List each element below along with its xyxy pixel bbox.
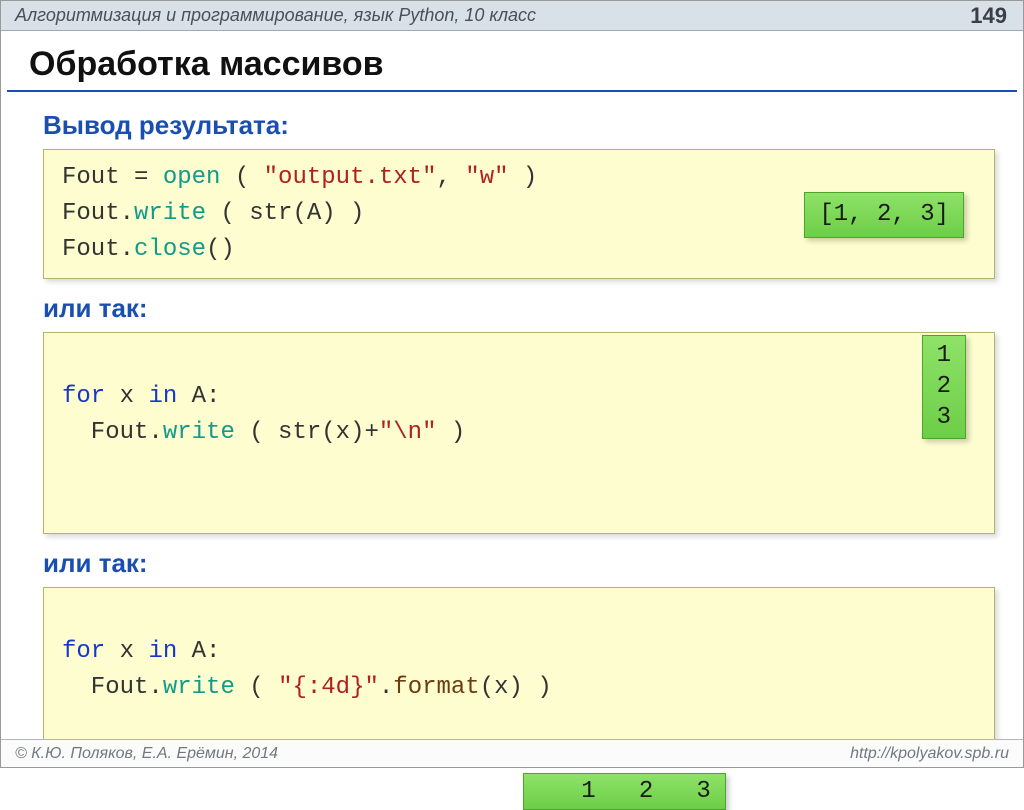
output-badge-3: 1 2 3 xyxy=(523,773,726,810)
code-line: Fout.write ( str(x)+"\n" ) xyxy=(62,419,465,446)
code-block-1: Fout = open ( "output.txt", "w" ) Fout.w… xyxy=(43,149,995,279)
code-block-3: for x in A: Fout.write ( "{:4d}".format(… xyxy=(43,587,995,753)
subhead-output: Вывод результата: xyxy=(43,110,995,141)
header-bar: Алгоритмизация и программирование, язык … xyxy=(1,1,1023,31)
output-badge-1: [1, 2, 3] xyxy=(804,192,964,238)
code-line: Fout.write ( "{:4d}".format(x) ) xyxy=(62,674,552,701)
code-block-2: for x in A: Fout.write ( str(x)+"\n" ) 1… xyxy=(43,332,995,534)
code-line: for x in A: xyxy=(62,638,220,665)
footer-bar: © К.Ю. Поляков, Е.А. Ерёмин, 2014 http:/… xyxy=(1,739,1023,767)
page-number: 149 xyxy=(970,3,1007,29)
footer-copyright: © К.Ю. Поляков, Е.А. Ерёмин, 2014 xyxy=(15,745,278,763)
code-line: for x in A: xyxy=(62,383,220,410)
page-title: Обработка массивов xyxy=(7,31,1017,92)
output-badge-2: 1 2 3 xyxy=(922,335,966,439)
subhead-alt1: или так: xyxy=(43,293,995,324)
breadcrumb: Алгоритмизация и программирование, язык … xyxy=(15,5,536,26)
footer-url: http://kpolyakov.spb.ru xyxy=(850,745,1009,763)
code-line: Fout = open ( "output.txt", "w" ) xyxy=(62,160,976,196)
main-content: Вывод результата: Fout = open ( "output.… xyxy=(1,92,1023,810)
subhead-alt2: или так: xyxy=(43,548,995,579)
